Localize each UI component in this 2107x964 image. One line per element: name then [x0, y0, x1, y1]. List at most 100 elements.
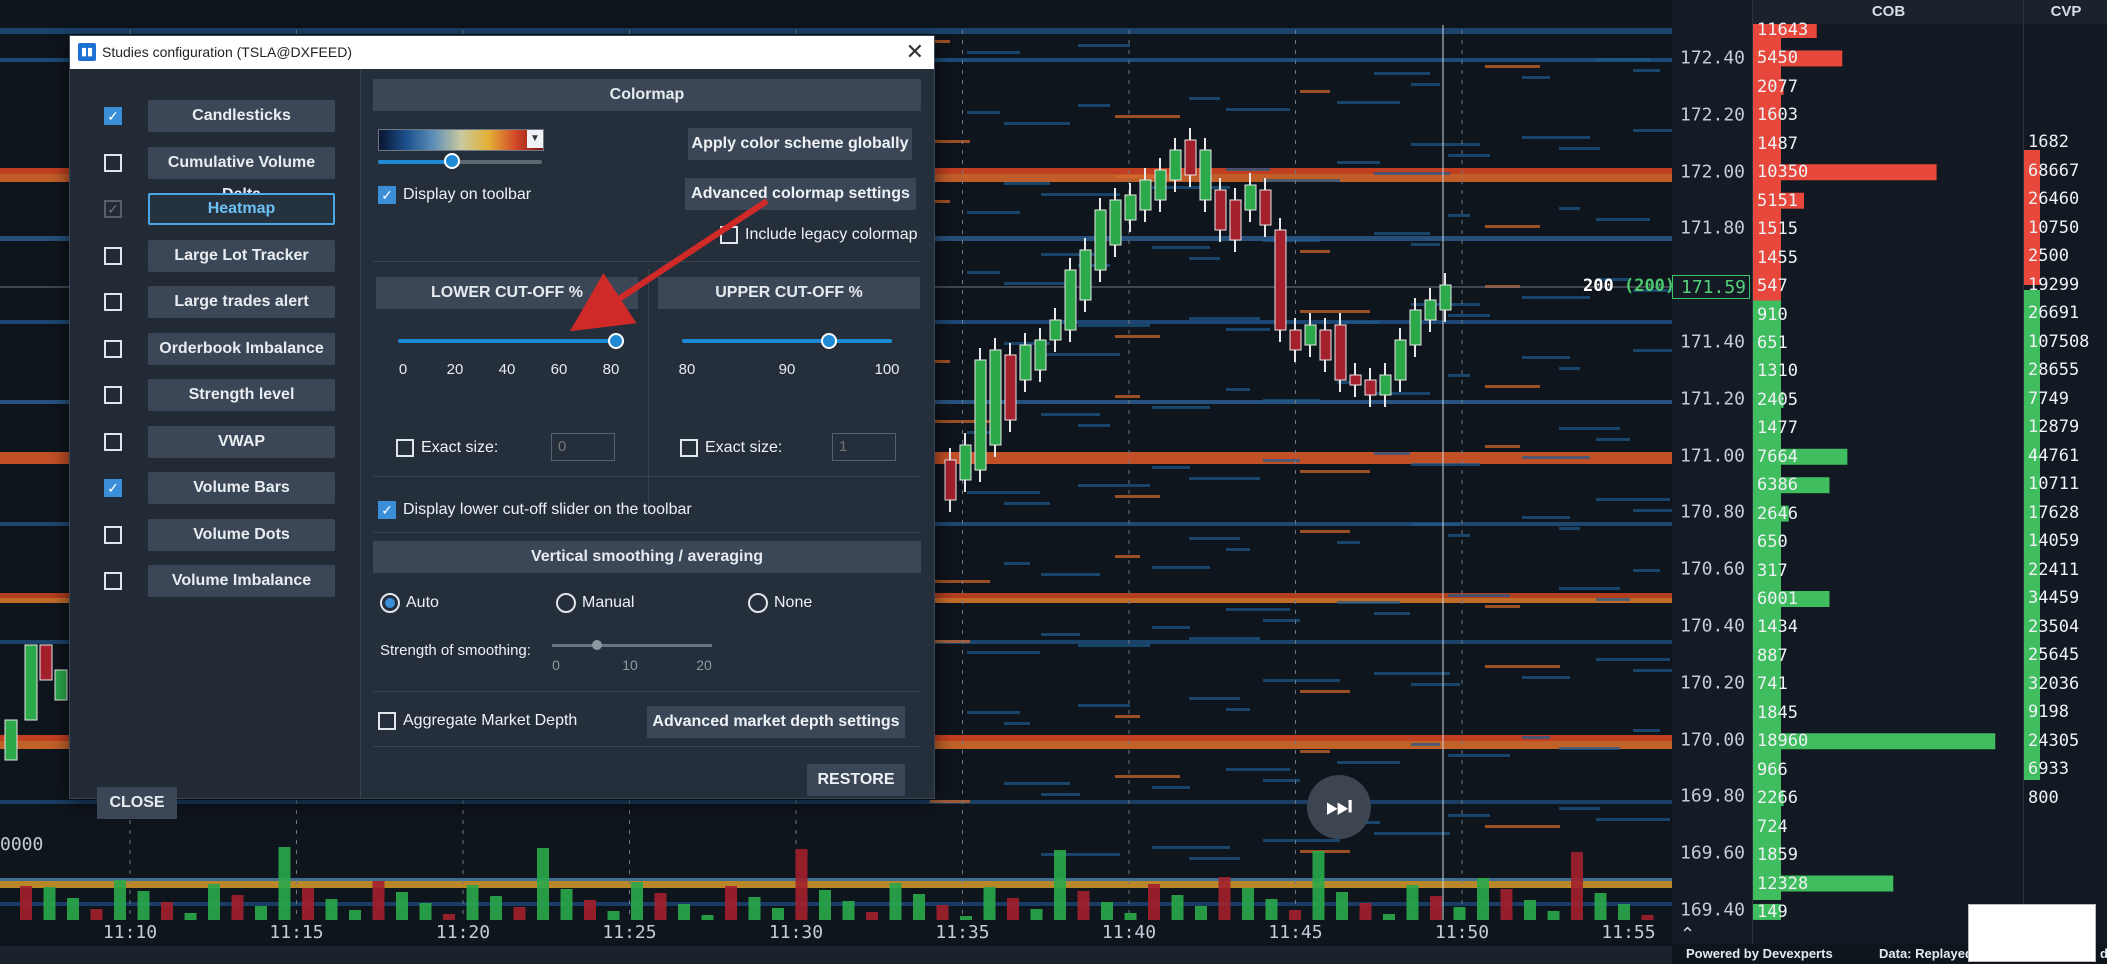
smoothing-slider[interactable]: [552, 644, 712, 647]
study-row[interactable]: Strength level: [70, 378, 360, 414]
heatmap-cell: [1152, 406, 1210, 409]
heatmap-cell: [1485, 385, 1540, 388]
price-tick-label: 171.80: [1680, 217, 1746, 239]
lower-exact-size-input[interactable]: [551, 433, 615, 461]
study-row[interactable]: Volume Dots: [70, 518, 360, 554]
advanced-colormap-button[interactable]: Advanced colormap settings: [685, 178, 916, 210]
smoothing-radio-none[interactable]: [748, 593, 768, 613]
study-button[interactable]: Cumulative Volume Delta: [148, 146, 335, 203]
smoothing-radio-auto[interactable]: [380, 593, 400, 613]
upper-cutoff-slider[interactable]: [682, 339, 892, 343]
heatmap-cell: [1189, 477, 1260, 480]
candle-body: [1109, 199, 1122, 246]
study-button[interactable]: Volume Dots: [148, 518, 335, 551]
study-row[interactable]: ✓ Heatmap: [70, 192, 360, 228]
study-checkbox[interactable]: [104, 153, 122, 172]
study-checkbox[interactable]: ✓: [104, 479, 122, 497]
study-row[interactable]: Volume Imbalance: [70, 564, 360, 600]
study-row[interactable]: Large Lot Tracker: [70, 239, 360, 275]
volume-bar: [866, 912, 878, 920]
display-lower-slider-checkbox[interactable]: ✓: [378, 501, 396, 519]
scroll-up-icon[interactable]: ⌃: [1680, 924, 1695, 945]
candle-body: [1139, 179, 1152, 211]
lower-cutoff-slider[interactable]: [398, 339, 616, 343]
volume-bar: [936, 905, 949, 920]
study-checkbox[interactable]: [104, 293, 122, 311]
upper-exact-size-input[interactable]: [832, 433, 896, 461]
cvp-size-label: 24305: [2028, 730, 2080, 751]
volume-bar: [1641, 915, 1654, 920]
study-button[interactable]: Strength level: [148, 379, 335, 411]
study-row[interactable]: ✓ Volume Bars: [70, 471, 360, 507]
heatmap-cell: [1300, 310, 1370, 313]
heatmap-cell: [1041, 193, 1120, 196]
heatmap-cell: [1226, 708, 1250, 711]
candle-body: [1094, 209, 1107, 271]
heatmap-cell: [1078, 704, 1130, 707]
study-row[interactable]: VWAP: [70, 425, 360, 461]
lower-exact-size-checkbox[interactable]: [396, 439, 414, 457]
apply-color-scheme-button[interactable]: Apply color scheme globally: [688, 128, 912, 160]
study-checkbox[interactable]: [104, 339, 122, 358]
price-tick-label: 170.20: [1680, 672, 1746, 694]
study-row[interactable]: ✓ Candlesticks: [70, 99, 360, 135]
study-button[interactable]: Large trades alert: [148, 286, 335, 318]
heatmap-cell: [1596, 598, 1630, 601]
study-button[interactable]: Volume Bars: [148, 472, 335, 504]
smoothing-radio-manual[interactable]: [556, 593, 576, 613]
study-row[interactable]: Orderbook Imbalance: [70, 332, 360, 368]
display-lower-slider-label: Display lower cut-off slider on the tool…: [403, 501, 692, 518]
display-on-toolbar-checkbox[interactable]: ✓: [378, 186, 396, 204]
divider: [373, 746, 921, 747]
lower-cutoff-tick: 0: [398, 361, 408, 378]
study-button[interactable]: Candlesticks: [148, 100, 335, 132]
upper-exact-size-checkbox[interactable]: [680, 439, 698, 457]
replay-play-button[interactable]: ⏭: [1307, 775, 1371, 839]
heatmap-cell: [930, 800, 970, 803]
study-button[interactable]: Heatmap: [148, 193, 335, 225]
dialog-titlebar[interactable]: ▮▮ Studies configuration (TSLA@DXFEED) ✕: [70, 36, 934, 69]
heatmap-cell: [1226, 608, 1290, 611]
volume-bar: [349, 910, 361, 920]
heatmap-cell: [1041, 793, 1080, 796]
heatmap-cell: [1411, 523, 1460, 526]
aggregate-market-depth-checkbox[interactable]: [378, 712, 396, 730]
candle-body: [1424, 299, 1437, 321]
study-button[interactable]: Volume Imbalance: [148, 565, 335, 597]
study-button[interactable]: Orderbook Imbalance: [148, 332, 335, 365]
study-checkbox[interactable]: [104, 386, 122, 404]
colormap-dropdown[interactable]: ▼: [378, 129, 544, 151]
volume-bar: [1289, 910, 1301, 920]
colormap-slider-thumb[interactable]: [443, 153, 460, 169]
candle-body: [54, 669, 68, 701]
restore-button[interactable]: RESTORE: [807, 764, 905, 796]
dialog-close-icon[interactable]: ✕: [906, 39, 924, 65]
study-row[interactable]: Cumulative Volume Delta: [70, 146, 360, 203]
advanced-market-depth-button[interactable]: Advanced market depth settings: [647, 706, 905, 738]
heatmap-cell: [1559, 747, 1620, 750]
close-button[interactable]: CLOSE: [97, 787, 177, 819]
study-checkbox[interactable]: [104, 525, 122, 544]
smoothing-slider-thumb[interactable]: [592, 640, 602, 650]
cob-size-label: 1487: [1757, 133, 1798, 154]
heatmap-cell: [1337, 601, 1400, 604]
study-checkbox[interactable]: [104, 432, 122, 451]
volume-bar: [748, 897, 761, 920]
study-row[interactable]: Large trades alert: [70, 285, 360, 321]
include-legacy-checkbox[interactable]: [720, 226, 738, 244]
volume-bar: [1148, 884, 1160, 920]
volume-bar: [560, 889, 573, 920]
volume-bar: [1453, 907, 1466, 920]
study-button[interactable]: Large Lot Tracker: [148, 239, 335, 272]
colormap-slider[interactable]: [378, 153, 542, 169]
upper-cutoff-thumb[interactable]: [821, 333, 837, 349]
heatmap-cell: [1078, 104, 1110, 107]
chart-scrollbar[interactable]: [0, 946, 1672, 964]
study-button[interactable]: VWAP: [148, 425, 335, 458]
study-checkbox[interactable]: ✓: [104, 107, 122, 125]
lower-cutoff-thumb[interactable]: [608, 333, 624, 349]
chevron-down-icon[interactable]: ▼: [527, 130, 543, 148]
heatmap-cell: [967, 51, 1020, 54]
study-checkbox[interactable]: [104, 246, 122, 265]
study-checkbox[interactable]: [104, 572, 122, 590]
